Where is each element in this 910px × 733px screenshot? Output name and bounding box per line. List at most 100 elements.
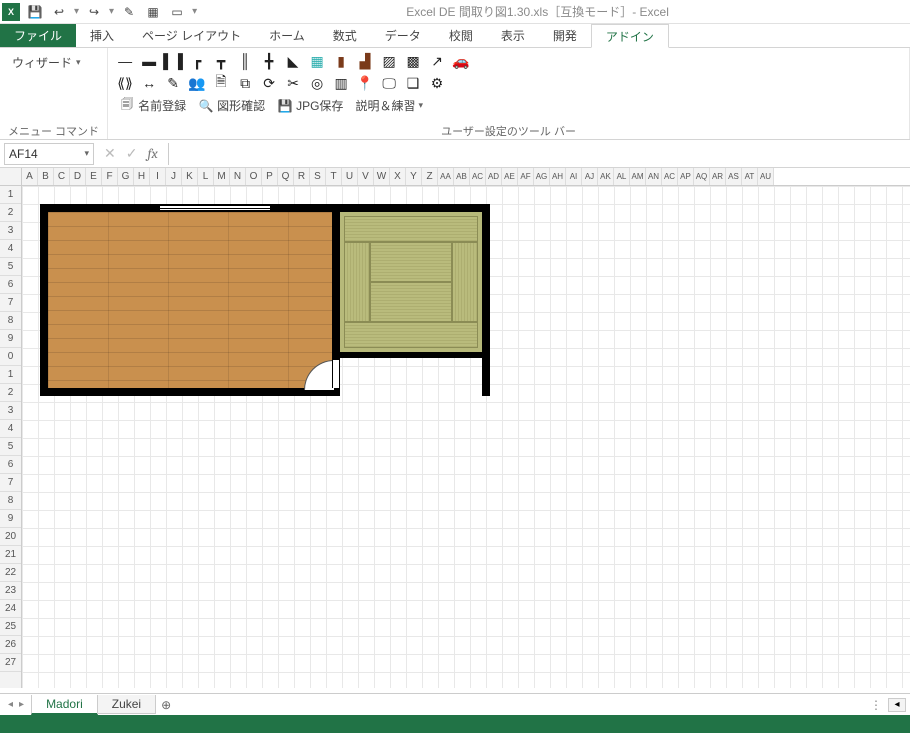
row-header-6[interactable]: 6: [0, 276, 21, 294]
tool-scale-icon[interactable]: ⟪⟫: [116, 74, 134, 92]
qat-custom2-icon[interactable]: ▦: [144, 3, 162, 21]
fx-icon[interactable]: fx: [147, 145, 157, 162]
tool-pillar-icon[interactable]: ▌▐: [164, 52, 182, 70]
col-header-F[interactable]: F: [102, 168, 118, 185]
tool-car-icon[interactable]: 🚗: [452, 52, 470, 70]
col-header-B[interactable]: B: [38, 168, 54, 185]
row-header-1[interactable]: 1: [0, 186, 21, 204]
col-header-AR[interactable]: AR: [710, 168, 726, 185]
tool-boxdots-icon[interactable]: ▥: [332, 74, 350, 92]
col-header-U[interactable]: U: [342, 168, 358, 185]
col-header-G[interactable]: G: [118, 168, 134, 185]
row-header-24[interactable]: 24: [0, 600, 21, 618]
qat-redo-icon[interactable]: ↪: [85, 3, 103, 21]
select-all-corner[interactable]: [0, 168, 22, 185]
tool-target-icon[interactable]: ◎: [308, 74, 326, 92]
tab-data[interactable]: データ: [371, 24, 435, 47]
col-header-H[interactable]: H: [134, 168, 150, 185]
col-header-P[interactable]: P: [262, 168, 278, 185]
col-header-AM[interactable]: AM: [630, 168, 646, 185]
row-header-4[interactable]: 4: [0, 240, 21, 258]
row-header-2[interactable]: 2: [0, 384, 21, 402]
name-box[interactable]: AF14 ▾: [4, 143, 94, 165]
tool-tjoint-icon[interactable]: ┳: [212, 52, 230, 70]
col-header-AH[interactable]: AH: [550, 168, 566, 185]
col-header-D[interactable]: D: [70, 168, 86, 185]
tool-thickline-icon[interactable]: ▬: [140, 52, 158, 70]
col-header-M[interactable]: M: [214, 168, 230, 185]
col-header-AQ[interactable]: AQ: [694, 168, 710, 185]
col-header-R[interactable]: R: [294, 168, 310, 185]
row-header-6[interactable]: 6: [0, 456, 21, 474]
row-header-7[interactable]: 7: [0, 294, 21, 312]
tool-hatch-icon[interactable]: ▨: [380, 52, 398, 70]
col-header-X[interactable]: X: [390, 168, 406, 185]
tool-layers-icon[interactable]: ❑: [404, 74, 422, 92]
row-header-27[interactable]: 27: [0, 654, 21, 672]
qat-undo-icon[interactable]: ↩: [50, 3, 68, 21]
col-header-Q[interactable]: Q: [278, 168, 294, 185]
row-header-20[interactable]: 20: [0, 528, 21, 546]
col-header-AC[interactable]: AC: [470, 168, 486, 185]
col-header-E[interactable]: E: [86, 168, 102, 185]
tool-tv-icon[interactable]: 🖵: [380, 74, 398, 92]
tool-pin-icon[interactable]: 📍: [356, 74, 374, 92]
tool-doc-icon[interactable]: 🗎: [212, 74, 230, 92]
col-header-Y[interactable]: Y: [406, 168, 422, 185]
col-header-K[interactable]: K: [182, 168, 198, 185]
hscroll-left-button[interactable]: ◂: [888, 698, 906, 712]
col-header-AB[interactable]: AB: [454, 168, 470, 185]
tool-grid-icon[interactable]: ▩: [404, 52, 422, 70]
enter-check-icon[interactable]: ✓: [126, 145, 138, 162]
row-header-2[interactable]: 2: [0, 204, 21, 222]
tool-people-icon[interactable]: 👥: [188, 74, 206, 92]
col-header-AS[interactable]: AS: [726, 168, 742, 185]
col-header-AU[interactable]: AU: [758, 168, 774, 185]
tab-addin[interactable]: アドイン: [591, 24, 669, 48]
tool-panel1-icon[interactable]: ▮: [332, 52, 350, 70]
sheet-nav-last-icon[interactable]: ▸: [19, 699, 24, 710]
col-header-AE[interactable]: AE: [502, 168, 518, 185]
shape-confirm-button[interactable]: 🔍 図形確認: [195, 96, 268, 115]
col-header-AP[interactable]: AP: [678, 168, 694, 185]
col-header-T[interactable]: T: [326, 168, 342, 185]
name-box-dropdown-icon[interactable]: ▾: [84, 148, 89, 159]
tool-cross-icon[interactable]: ╋: [260, 52, 278, 70]
tool-rotate-icon[interactable]: ⟳: [260, 74, 278, 92]
tool-copy-icon[interactable]: ⧉: [236, 74, 254, 92]
tool-stairs-icon[interactable]: ▟: [356, 52, 374, 70]
col-header-AL[interactable]: AL: [614, 168, 630, 185]
col-header-C[interactable]: C: [54, 168, 70, 185]
col-header-O[interactable]: O: [246, 168, 262, 185]
row-header-25[interactable]: 25: [0, 618, 21, 636]
col-header-Z[interactable]: Z: [422, 168, 438, 185]
sheet-add-button[interactable]: ⊕: [156, 698, 176, 712]
col-header-S[interactable]: S: [310, 168, 326, 185]
col-header-AF[interactable]: AF: [518, 168, 534, 185]
row-header-9[interactable]: 9: [0, 510, 21, 528]
col-header-W[interactable]: W: [374, 168, 390, 185]
row-header-26[interactable]: 26: [0, 636, 21, 654]
row-header-4[interactable]: 4: [0, 420, 21, 438]
tool-arrow-icon[interactable]: ↗: [428, 52, 446, 70]
sheet-options-icon[interactable]: ⋮: [870, 698, 884, 712]
tab-developer[interactable]: 開発: [539, 24, 591, 47]
row-header-8[interactable]: 8: [0, 312, 21, 330]
col-header-AC[interactable]: AC: [662, 168, 678, 185]
tab-home[interactable]: ホーム: [255, 24, 319, 47]
row-header-8[interactable]: 8: [0, 492, 21, 510]
tool-cursor-icon[interactable]: ↔: [140, 74, 158, 92]
row-header-1[interactable]: 1: [0, 366, 21, 384]
explain-practice-button[interactable]: 説明＆練習 ▾: [352, 96, 426, 115]
tab-insert[interactable]: 挿入: [76, 24, 128, 47]
col-header-A[interactable]: A: [22, 168, 38, 185]
col-header-AI[interactable]: AI: [566, 168, 582, 185]
col-header-AK[interactable]: AK: [598, 168, 614, 185]
col-header-AD[interactable]: AD: [486, 168, 502, 185]
tab-pagelayout[interactable]: ページ レイアウト: [128, 24, 255, 47]
cells-area[interactable]: [22, 186, 910, 688]
col-header-J[interactable]: J: [166, 168, 182, 185]
tab-formulas[interactable]: 数式: [319, 24, 371, 47]
qat-custom1-icon[interactable]: ✎: [120, 3, 138, 21]
qat-undo-more[interactable]: ▾: [74, 6, 79, 17]
